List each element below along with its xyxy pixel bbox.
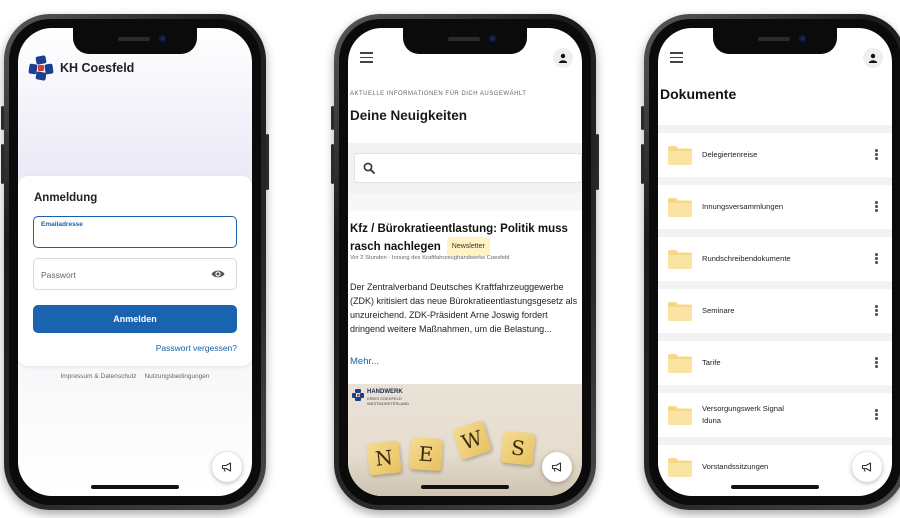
search-input[interactable] [354,153,582,183]
letter-cube-e: E [408,436,444,472]
handwerk-logo: HANDWERK KREIS COESFELD WESTMÜNSTERLAND [352,389,409,406]
announcement-button[interactable] [852,452,882,482]
article-body: Der Zentralverband Deutsches Kraftfahrze… [350,282,578,334]
home-indicator [91,485,179,489]
notch [403,28,527,54]
more-options-icon[interactable] [875,149,878,161]
menu-icon[interactable] [670,52,683,66]
user-icon [868,53,878,63]
folder-row-innungsversammlungen[interactable]: Innungsversammlungen [658,185,892,229]
folder-icon [668,302,692,321]
menu-icon[interactable] [360,52,373,66]
brand-logo: KH Coesfeld [28,55,134,81]
folder-icon [668,406,692,425]
home-indicator [421,485,509,489]
email-field[interactable]: Emailadresse [33,216,237,248]
documents-screen: Dokumente Delegiertenreise Innungsversam… [658,28,892,496]
impressum-link[interactable]: Impressum & Datenschutz [60,373,136,380]
folder-name: Tarife [702,358,721,367]
folder-name: Versorgungswerk Signal Iduna [702,404,784,425]
phone-login: KH Coesfeld Anmeldung Emailadresse Passw… [1,14,269,510]
folder-icon [668,458,692,477]
folder-name: Innungsversammlungen [702,202,784,211]
terms-link[interactable]: Nutzungsbedingungen [144,373,209,380]
folder-row-seminare[interactable]: Seminare [658,289,892,333]
news-screen: AKTUELLE INFORMATIONEN FÜR DICH AUSGEWÄH… [348,28,582,496]
more-options-icon[interactable] [875,409,878,421]
letter-cube-w: W [451,419,493,461]
article-title[interactable]: Kfz / Bürokratieentlastung: Politik muss… [350,222,578,256]
notch [713,28,837,54]
news-eyebrow: AKTUELLE INFORMATIONEN FÜR DICH AUSGEWÄH… [350,91,527,97]
read-more-link[interactable]: Mehr... [350,356,379,367]
phone-documents: Dokumente Delegiertenreise Innungsversam… [641,14,900,510]
login-screen: KH Coesfeld Anmeldung Emailadresse Passw… [18,28,252,496]
folder-icon [668,146,692,165]
folder-name: Vorstandssitzungen [702,462,769,471]
profile-button[interactable] [863,48,883,68]
brand-name: KH Coesfeld [60,61,135,75]
letter-cube-n: N [366,440,402,476]
folder-row-delegiertenreise[interactable]: Delegiertenreise [658,133,892,177]
folder-row-tarife[interactable]: Tarife [658,341,892,385]
forgot-password-link[interactable]: Passwort vergessen? [156,343,237,353]
newsletter-badge: Newsletter [446,237,490,256]
folder-icon [668,198,692,217]
folder-icon [668,354,692,373]
article-image: HANDWERK KREIS COESFELD WESTMÜNSTERLAND … [348,384,582,496]
password-placeholder: Passwort [41,270,76,280]
more-options-icon[interactable] [875,201,878,213]
email-field-label: Emailadresse [41,221,83,228]
announcement-button[interactable] [212,452,242,482]
more-options-icon[interactable] [875,305,878,317]
folder-row-rundschreibendokumente[interactable]: Rundschreibendokumente [658,237,892,281]
page-title: Dokumente [660,86,737,102]
profile-button[interactable] [553,48,573,68]
login-card: Anmeldung Emailadresse Passwort Anmelden… [18,176,252,366]
folder-row-versorgungswerk[interactable]: Versorgungswerk Signal Iduna [658,393,892,437]
folder-icon [668,250,692,269]
home-indicator [731,485,819,489]
more-options-icon[interactable] [875,253,878,265]
password-field[interactable]: Passwort [33,258,237,290]
folder-name: Delegiertenreise [702,150,758,159]
more-options-icon[interactable] [875,357,878,369]
announcement-button[interactable] [542,452,572,482]
handwerk-logo-icon [352,389,364,401]
letter-cube-s: S [500,430,536,466]
show-password-eye-icon[interactable] [211,269,225,279]
article-meta: Vor 2 Stunden - Innung des Kraftfahrzeug… [350,255,510,261]
notch [73,28,197,54]
search-icon [363,162,375,174]
megaphone-icon [221,462,232,472]
kh-logo-icon [28,55,54,81]
megaphone-icon [861,462,872,472]
page-title: Deine Neuigkeiten [350,108,468,123]
login-button[interactable]: Anmelden [33,305,237,333]
folder-name: Seminare [702,306,735,315]
login-title: Anmeldung [34,192,98,204]
footer-links: Impressum & Datenschutz Nutzungsbedingun… [18,373,252,380]
user-icon [558,53,568,63]
megaphone-icon [551,462,562,472]
folder-name: Rundschreibendokumente [702,254,791,263]
phone-news: AKTUELLE INFORMATIONEN FÜR DICH AUSGEWÄH… [331,14,599,510]
